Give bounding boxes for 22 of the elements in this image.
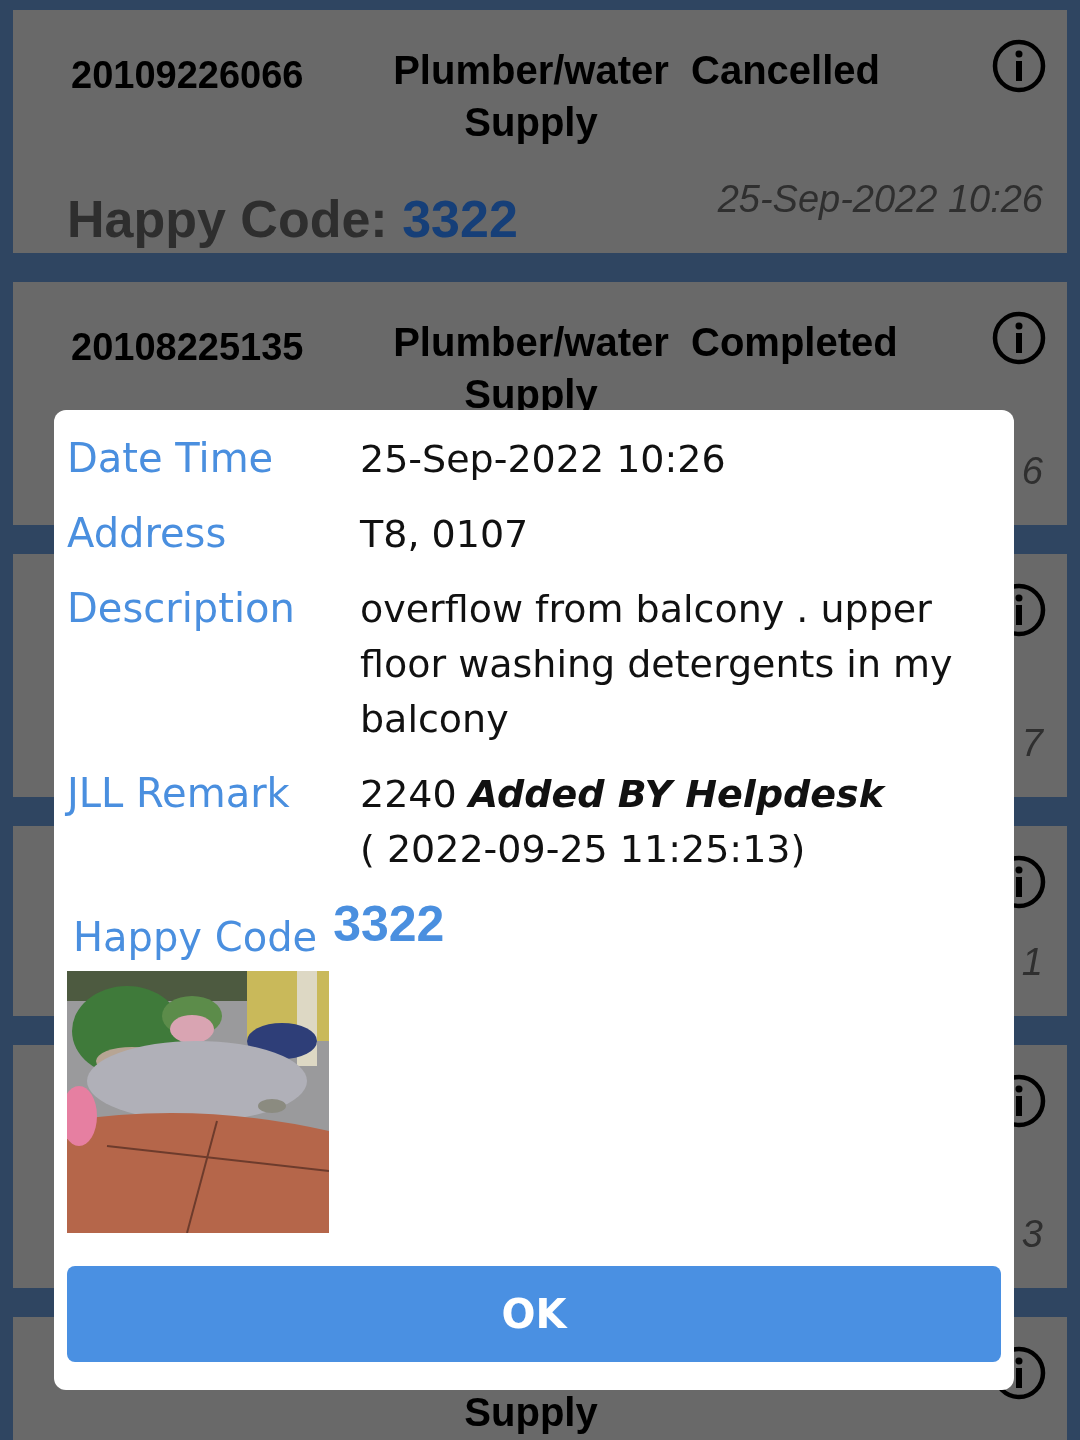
ticket-date: 3 (1021, 1213, 1043, 1256)
ticket-id: 20108225135 (71, 326, 305, 369)
happy-code: Happy Code: 3322 (67, 189, 518, 249)
field-label: Description (67, 584, 296, 633)
field-value: overflow from balcony . upper floor washing detergents in my balcony (360, 586, 954, 743)
field-label: Date Time (67, 434, 275, 483)
ticket-date: 1 (1021, 941, 1043, 984)
field-value: 25-Sep-2022 10:26 (360, 436, 727, 483)
ticket-id: 20109226066 (71, 54, 305, 97)
ticket-date: 6 (1021, 450, 1043, 493)
service-name: Plumber/water Supply (393, 48, 669, 144)
ok-button[interactable]: OK (67, 1266, 1001, 1362)
field-label: Happy Code (73, 913, 318, 962)
field-label: JLL Remark (67, 769, 291, 818)
service-name: Supply (463, 1391, 599, 1433)
ticket-status: Cancelled (691, 47, 881, 94)
happy-code-value: 3322 (333, 895, 445, 953)
ticket-date: 25-Sep-2022 10:26 (717, 178, 1043, 221)
ticket-card[interactable]: 20109226066 Plumber/water Supply Cancelled Happy Code: 3322 25-Sep-2022 10:26 (13, 10, 1067, 253)
ticket-date: 7 (1021, 722, 1043, 765)
field-value: 2240 Added BY Helpdesk ( 2022-09-25 11:25:13) (360, 771, 887, 873)
ticket-status: Completed (691, 319, 899, 366)
